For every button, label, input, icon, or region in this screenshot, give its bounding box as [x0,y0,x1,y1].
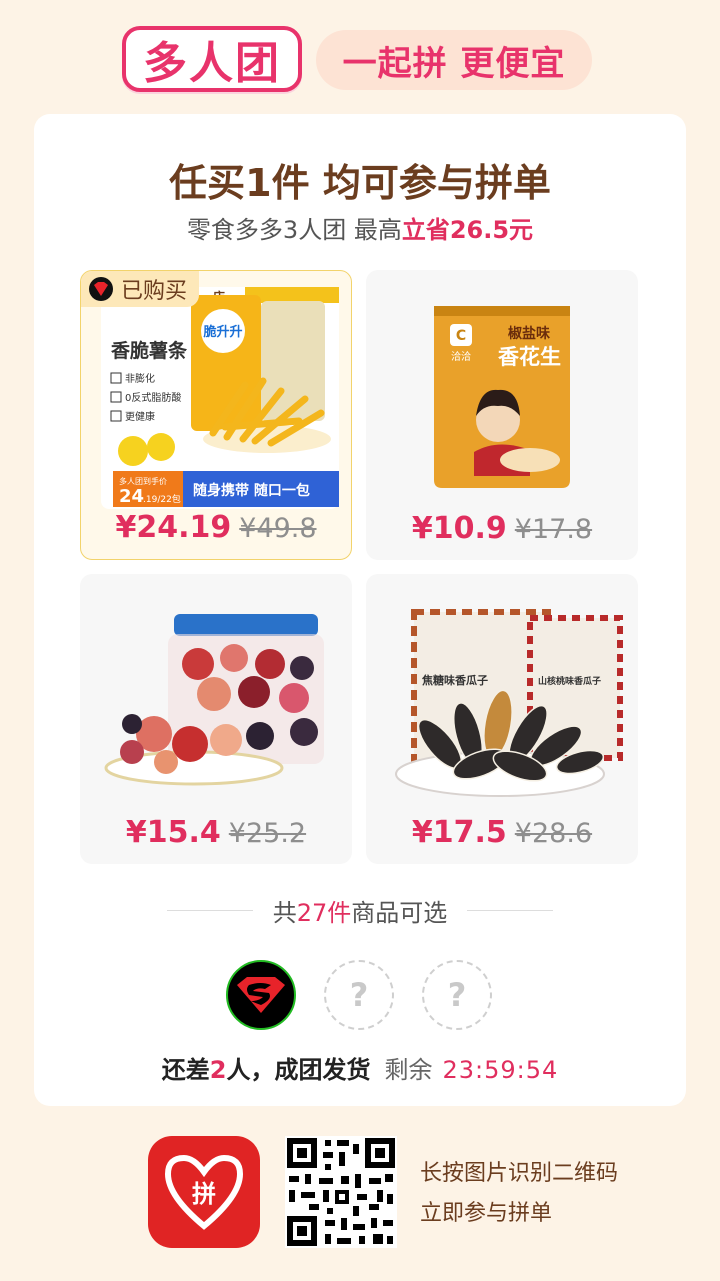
subline-text: 零食多多3人团 最高 [186,216,402,244]
pinduoduo-app-icon: 拼 [148,1136,260,1248]
top-banner: 多人团 一起拼 更便宜 [0,0,720,110]
missing-count: 2 [209,1056,227,1084]
product-count-row: 共 27件 商品可选 [34,894,686,927]
peanut-brand: 洽洽 [451,350,471,363]
group-members: ? ? [34,960,686,1034]
product-tile-fries[interactable]: 已购买 店 脆升升 香脆薯条 非膨化 0反式脂肪酸 更健康 [80,270,352,560]
bought-tag: 已购买 [81,271,200,307]
status-suffix: 人，成团发货 [226,1056,371,1084]
remaining-label: 剩余 [384,1056,433,1084]
card-headline: 任买1件 均可参与拼单 [169,161,551,205]
superman-logo-icon [237,977,285,1013]
divider-right [467,909,554,911]
product-tile-sunflower-seeds[interactable]: 焦糖味香瓜子 山核桃味香瓜子 ¥17.5 ¥28.6 [366,574,638,864]
promo-price-label: 多人团到手价 [119,476,167,486]
bought-label: 已购买 [121,279,188,304]
group-status: 还差2人，成团发货 剩余 23:59:54 [34,1050,686,1085]
price-row: ¥10.9 ¥17.8 [366,511,638,546]
product-image-dried-fruit [104,614,324,786]
price-row: ¥17.5 ¥28.6 [366,815,638,850]
price-row: ¥15.4 ¥25.2 [80,815,352,850]
product-name-label: 香脆薯条 [110,339,188,362]
savings-highlight: 立省26.5元 [401,216,534,244]
original-price: ¥28.6 [514,818,593,849]
footer-line-2: 立即参与拼单 [420,1201,553,1226]
slogan-pill: 一起拼 更便宜 [316,30,592,90]
member-avatar [226,960,296,1030]
divider-left [166,909,253,911]
peanut-flavor: 椒盐味 [508,325,550,342]
original-price: ¥49.8 [239,513,317,544]
card-subline: 零食多多3人团 最高立省26.5元 [34,210,686,245]
peanut-product-name: 香花生 [498,345,561,369]
user-avatar-icon [89,277,113,301]
group-price: ¥15.4 [125,815,221,850]
seeds-label-b: 山核桃味香瓜子 [538,675,601,687]
group-price: ¥24.19 [115,510,232,545]
countdown-timer: 23:59:54 [442,1056,559,1084]
original-price: ¥17.8 [514,514,593,545]
seeds-label-a: 焦糖味香瓜子 [421,673,488,687]
footer-line-1: 长按图片识别二维码 [420,1161,619,1186]
product-image-peanuts: C 洽洽 椒盐味 香花生 [434,306,570,488]
count-number: 27件 [296,898,352,927]
app-icon-glyph: 拼 [192,1180,216,1208]
brand-logo-text: 脆升升 [202,324,242,340]
original-price: ¥25.2 [228,818,307,849]
duorentuan-logo: 多人团 [122,26,302,92]
product-tile-dried-fruit[interactable]: ¥15.4 ¥25.2 [80,574,352,864]
product-tile-peanuts[interactable]: C 洽洽 椒盐味 香花生 ¥10.9 ¥17.8 [366,270,638,560]
svg-text:C: C [456,328,466,344]
footer-instructions: 长按图片识别二维码 立即参与拼单 [420,1154,618,1234]
qr-code[interactable] [285,1136,397,1248]
group-price: ¥10.9 [411,511,507,546]
count-suffix: 商品可选 [351,898,448,927]
promo-price-big: 24 [119,486,144,507]
empty-slot-2: ? [422,960,492,1030]
promo-price-small: .19/22包 [143,493,181,505]
count-prefix: 共 [272,898,297,927]
product-image-sunflower-seeds: 焦糖味香瓜子 山核桃味香瓜子 [395,609,623,797]
product-image-fries: 店 脆升升 香脆薯条 非膨化 0反式脂肪酸 更健康 [101,287,339,509]
feature-3: 更健康 [125,410,155,423]
feature-1: 非膨化 [125,372,155,385]
promo-slogan: 随身携带 随口一包 [193,482,310,499]
price-row: ¥24.19 ¥49.8 [81,510,351,545]
group-buy-card: 任买1件 均可参与拼单 零食多多3人团 最高立省26.5元 已购买 店 脆升升 … [34,114,686,1106]
feature-2: 0反式脂肪酸 [125,391,181,404]
group-price: ¥17.5 [411,815,507,850]
empty-slot-1: ? [324,960,394,1030]
status-prefix: 还差 [161,1056,210,1084]
